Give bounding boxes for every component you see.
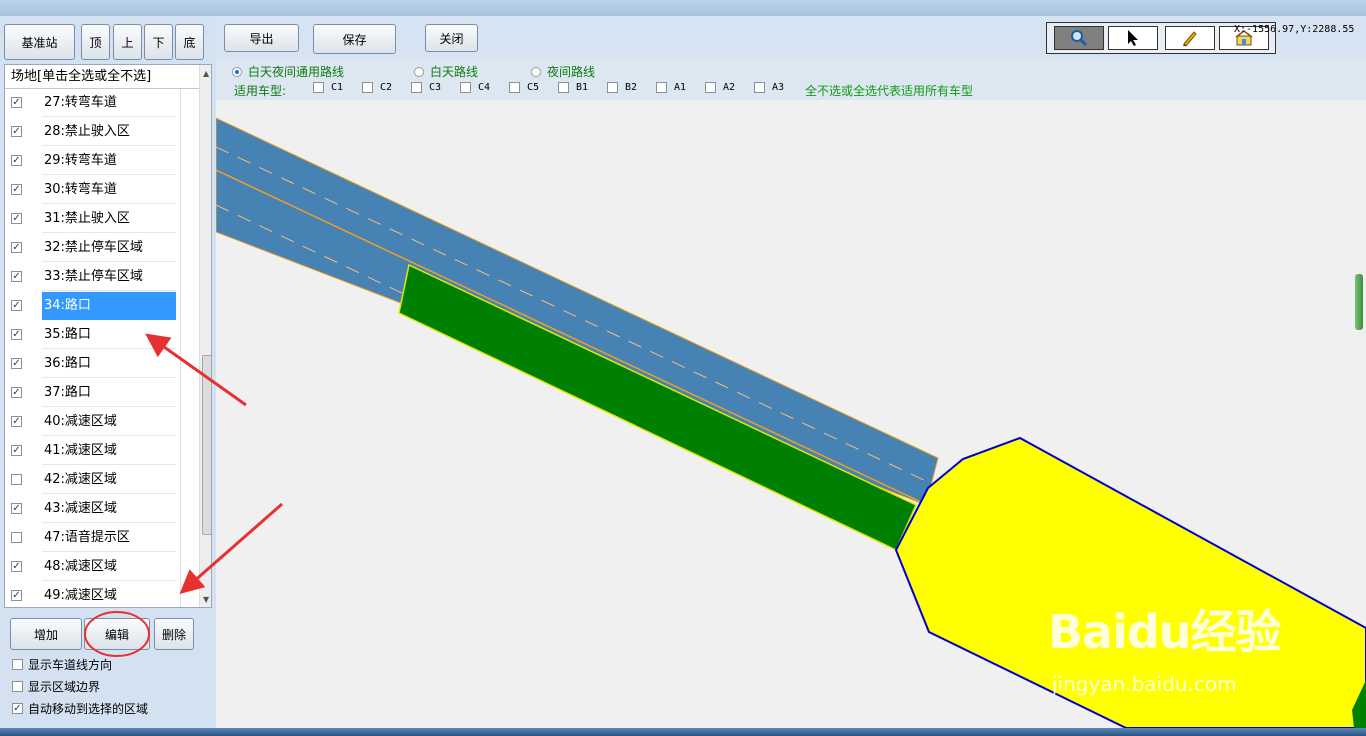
watermark-brand: Baidu经验 <box>1048 605 1282 659</box>
annotation-arrow <box>145 333 247 407</box>
annotation-arrow <box>179 502 283 594</box>
baidu-watermark: Baidu经验 jingyan.baidu.com <box>1048 596 1282 696</box>
watermark-url: jingyan.baidu.com <box>1052 672 1237 696</box>
os-taskbar <box>0 728 1366 736</box>
annotation-circle <box>84 611 150 657</box>
